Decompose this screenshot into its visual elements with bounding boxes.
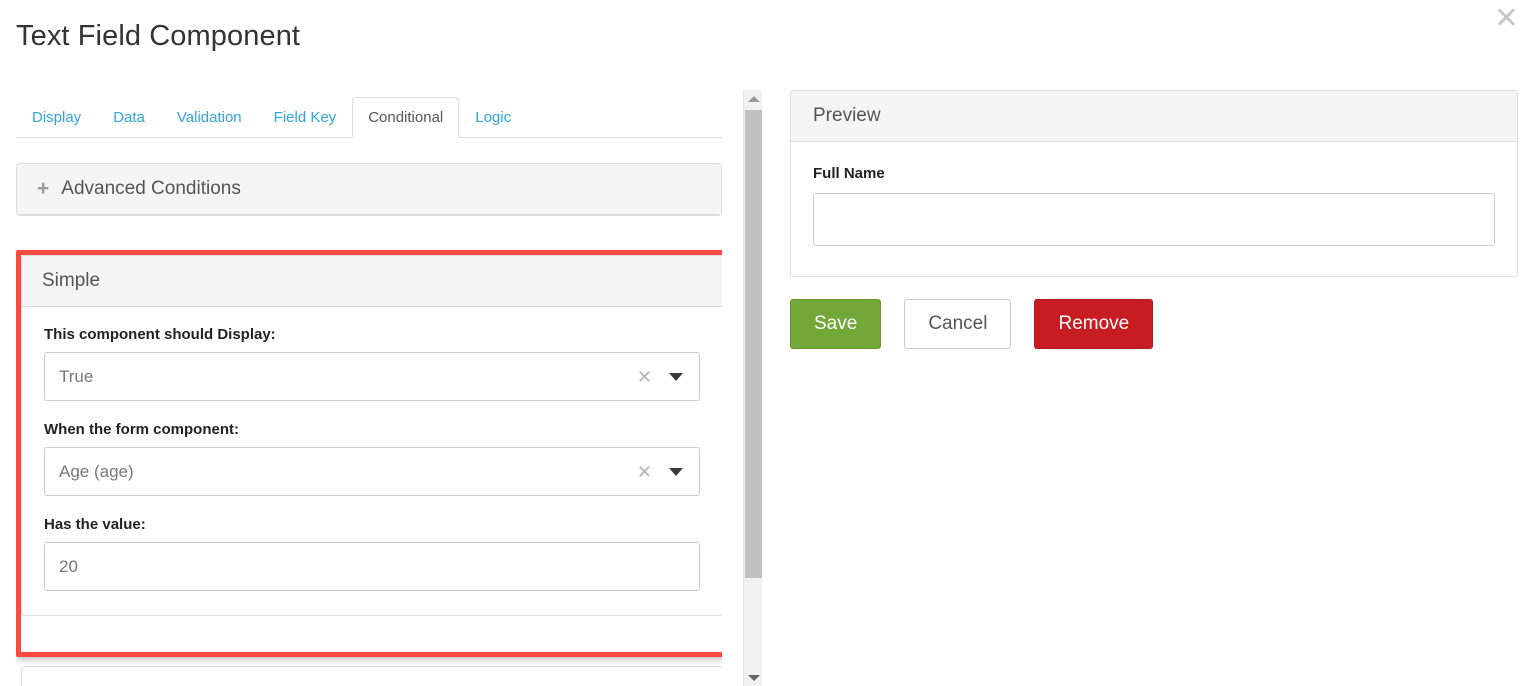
action-buttons: Save Cancel Remove (790, 299, 1518, 349)
close-small-icon[interactable]: ✕ (637, 368, 652, 386)
remove-button[interactable]: Remove (1034, 299, 1154, 349)
should-display-label: This component should Display: (44, 326, 276, 343)
close-icon[interactable]: ✕ (1494, 2, 1519, 36)
advanced-conditions-title-row: + Advanced Conditions (37, 177, 701, 201)
caret-down-icon[interactable] (669, 467, 683, 476)
full-name-label: Full Name (813, 165, 885, 182)
preview-panel: Preview Full Name (790, 90, 1518, 277)
settings-tabs: Display Data Validation Field Key Condit… (16, 90, 722, 138)
page-title: Text Field Component (16, 20, 301, 52)
when-component-icons: ✕ (637, 463, 685, 481)
advanced-conditions-panel: + Advanced Conditions (16, 163, 722, 216)
component-settings-modal: Text Field Component ✕ Display Data Vali… (0, 0, 1525, 686)
preview-header: Preview (791, 91, 1517, 142)
tab-display[interactable]: Display (16, 97, 97, 138)
preview-title: Preview (813, 105, 881, 126)
scrollbar-thumb[interactable] (745, 110, 762, 578)
tab-conditional[interactable]: Conditional (352, 97, 460, 138)
plus-icon: + (37, 177, 50, 200)
simple-panel-header: Simple (22, 256, 722, 307)
full-name-input[interactable] (813, 193, 1495, 246)
should-display-value: True (59, 366, 94, 386)
save-button[interactable]: Save (790, 299, 882, 349)
field-group-has-value: Has the value: (44, 515, 700, 591)
tab-field-key[interactable]: Field Key (258, 97, 353, 138)
advanced-conditions-label: Advanced Conditions (61, 178, 241, 199)
when-component-select[interactable]: Age (age) ✕ (44, 447, 700, 496)
should-display-select[interactable]: True ✕ (44, 352, 700, 401)
triangle-up-icon[interactable] (744, 90, 763, 107)
when-component-value: Age (age) (59, 461, 134, 481)
cancel-button[interactable]: Cancel (904, 299, 1012, 349)
tab-logic[interactable]: Logic (459, 97, 527, 138)
left-panel-scrollbar[interactable] (743, 90, 762, 686)
has-value-label: Has the value: (44, 516, 146, 533)
simple-panel-body: This component should Display: True ✕ Wh… (22, 307, 722, 615)
close-small-icon[interactable]: ✕ (637, 463, 652, 481)
triangle-down-icon[interactable] (744, 669, 763, 686)
simple-title: Simple (42, 270, 101, 291)
when-component-label: When the form component: (44, 421, 239, 438)
tab-validation[interactable]: Validation (161, 97, 258, 138)
tab-data[interactable]: Data (97, 97, 161, 138)
should-display-icons: ✕ (637, 368, 685, 386)
advanced-conditions-header[interactable]: + Advanced Conditions (17, 164, 721, 215)
next-panel-partial (21, 666, 722, 686)
settings-left-column: Display Data Validation Field Key Condit… (16, 90, 722, 686)
preview-body: Full Name (791, 142, 1517, 276)
preview-column: Preview Full Name Save Cancel Remove (790, 90, 1518, 349)
field-group-when-component: When the form component: Age (age) ✕ (44, 420, 700, 496)
field-group-should-display: This component should Display: True ✕ (44, 325, 700, 401)
caret-down-icon[interactable] (669, 372, 683, 381)
has-value-input[interactable] (44, 542, 700, 591)
simple-conditions-panel: Simple This component should Display: Tr… (21, 255, 722, 616)
